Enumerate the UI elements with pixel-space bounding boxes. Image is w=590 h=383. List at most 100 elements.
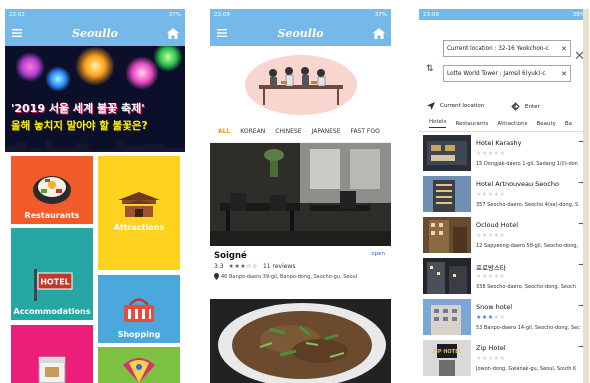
- tab-korean[interactable]: KOREAN: [240, 128, 265, 135]
- status-time: 23:09: [423, 11, 439, 18]
- action-label: Enter: [525, 103, 540, 110]
- hotel-stars: ★★★★★: [476, 232, 506, 239]
- hotel-address: 12 Sapyeong-daero 58-gil, Seocho-dong,: [476, 243, 579, 249]
- category-attractions[interactable]: Attractions: [98, 156, 180, 270]
- firework: [15, 52, 45, 82]
- menu-icon[interactable]: [10, 26, 24, 40]
- open-status: open: [371, 251, 385, 257]
- star-rating: ★★★☆☆: [228, 263, 258, 270]
- hotel-stars: ★★★★★: [476, 273, 506, 280]
- hotel-name: Hotel Artnouveau Seocho: [476, 180, 559, 188]
- tab-attractions[interactable]: Attractions: [497, 121, 527, 127]
- category-restaurants[interactable]: Restaurants: [11, 156, 93, 224]
- category-accommodations[interactable]: HOTEL Accommodations: [11, 228, 93, 320]
- restaurant-photo[interactable]: [210, 143, 391, 246]
- banner-subtitle: 올해 놓치지 말아야 할 불꽃은?: [11, 120, 148, 132]
- hotel-address: 357 Seocho-daero, Seocho 4(sa)-dong, S: [476, 202, 579, 208]
- navigation-arrow-icon: [427, 102, 435, 110]
- home-icon[interactable]: [372, 26, 386, 40]
- home-icon[interactable]: [166, 26, 180, 40]
- review-count[interactable]: 11 reviews: [263, 263, 296, 270]
- tab-more[interactable]: Ba: [565, 121, 572, 127]
- hotel-list-item[interactable]: Ocloud Hotel → ★★★★★ 12 Sapyeong-daero 5…: [423, 217, 585, 255]
- location-pin-icon: [214, 273, 219, 280]
- hotel-address: 338 Seocho-daero, Seocho-dong, Seoch: [476, 284, 576, 290]
- hotel-thumbnail: [423, 176, 471, 212]
- hotel-address: 15 Dongjak-daero 1-gil, Sadang 1(il)-don: [476, 161, 578, 167]
- hotel-thumbnail: [423, 217, 471, 253]
- enter-button[interactable]: Enter: [511, 102, 540, 111]
- hotel-thumbnail: [423, 258, 471, 294]
- rating-row: 3.3 ★★★☆☆ 11 reviews: [210, 261, 391, 270]
- category-label: Restaurants: [24, 211, 80, 220]
- tab-japanese[interactable]: JAPANESE: [312, 128, 341, 135]
- app-bar: Seoullo: [210, 20, 391, 46]
- category-label: Accommodations: [13, 307, 91, 316]
- hotel-name: Hotel Karashy: [476, 139, 522, 147]
- tab-all[interactable]: ALL: [218, 128, 230, 135]
- firework: [75, 46, 115, 86]
- firework: [153, 46, 183, 72]
- hotel-name: Ocloud Hotel: [476, 221, 519, 229]
- app-title: Seoullo: [72, 26, 118, 40]
- tab-chinese[interactable]: CHINESE: [275, 128, 301, 135]
- direction-sign-icon: [511, 102, 520, 111]
- category-tile-6[interactable]: [98, 347, 180, 383]
- restaurant-name[interactable]: Soigné: [214, 251, 247, 261]
- restaurant-photo-2[interactable]: [210, 299, 391, 383]
- traditional-fan-icon: [123, 358, 155, 383]
- category-label: Attractions: [113, 222, 165, 232]
- tab-restaurants[interactable]: Restaurants: [455, 121, 488, 127]
- hotel-list-item[interactable]: Hotel Artnouveau Seocho → ★★★★★ 357 Seoc…: [423, 176, 585, 214]
- tab-beauty[interactable]: Beauty: [536, 121, 555, 127]
- hotel-stars: ★★★★★: [476, 314, 506, 321]
- clear-icon[interactable]: ✕: [561, 70, 567, 78]
- bibimbap-icon: [33, 176, 71, 204]
- tab-fast-food[interactable]: FAST FOO: [351, 128, 380, 135]
- category-shopping[interactable]: Shopping: [98, 275, 180, 343]
- hotel-name: 프로방스타: [476, 264, 506, 272]
- destination-field[interactable]: Lotte World Tower : Jamsil 6(yuk)-c ✕: [443, 65, 571, 82]
- tab-hotels[interactable]: Hotels: [429, 119, 447, 128]
- city-skyline: [5, 140, 185, 152]
- menu-icon[interactable]: [215, 26, 229, 40]
- hotel-list-item[interactable]: Snow hotel → ★★★★★ 53 Banpo-daero 14-gil…: [423, 299, 585, 337]
- category-tile-5[interactable]: [11, 325, 93, 383]
- fireworks-banner[interactable]: '2019 서울 세계 불꽃 축제' 올해 놓치지 말아야 할 불꽃은?: [5, 46, 185, 152]
- status-time: 22:02: [9, 11, 25, 18]
- hotel-name: Zip Hotel: [476, 344, 506, 352]
- restaurant-address: 46 Banpo-daero 39-gil, Banpo-dong, Seoch…: [221, 273, 358, 280]
- route-panel: Current location : 32-16 Yeokchon-c ✕ ⇅ …: [419, 20, 589, 113]
- hotel-list-item[interactable]: Hotel Karashy → ★★★★★ 15 Dongjak-daero 1…: [423, 135, 585, 173]
- category-label: Shopping: [117, 330, 161, 339]
- destination-value: Lotte World Tower : Jamsil 6(yuk)-c: [447, 70, 546, 77]
- zip-hotel-sign: ZIP HOTEL: [432, 349, 462, 355]
- status-bar: 22:02 37%: [5, 9, 185, 20]
- action-label: Current location: [440, 103, 485, 109]
- hotel-stars: ★★★★★: [476, 150, 506, 157]
- current-location-button[interactable]: Current location: [427, 102, 484, 110]
- hotel-thumbnail: [423, 299, 471, 335]
- hotel-list-item[interactable]: 프로방스타 → ★★★★★ 338 Seocho-daero, Seocho-d…: [423, 258, 585, 296]
- hotel-address: Jowon-dong, Gwanak-gu, Seoul, South K: [476, 366, 577, 372]
- hotel-thumbnail: ZIP HOTEL: [423, 340, 471, 376]
- restaurant-name-row: Soigné open: [210, 246, 391, 261]
- status-time: 22:09: [214, 11, 230, 18]
- place-type-tabs: Hotels Restaurants Attractions Beauty Ba: [419, 116, 589, 132]
- current-location-field[interactable]: Current location : 32-16 Yeokchon-c ✕: [443, 40, 571, 57]
- swap-icon[interactable]: ⇅: [426, 64, 434, 74]
- phone-restaurants-screen: 22:09 37% Seoullo ALL KOREAN CHINESE JAP…: [210, 9, 391, 383]
- current-location-value: Current location : 32-16 Yeokchon-c: [447, 45, 549, 52]
- hotel-name: Snow hotel: [476, 303, 513, 311]
- shopping-basket-icon: [124, 298, 154, 322]
- hotel-list-item[interactable]: ZIP HOTEL Zip Hotel → ★★★★★ Jowon-dong, …: [423, 340, 585, 378]
- hotel-address: 53 Banpo-daero 14-gil, Seocho-dong, Sec: [476, 325, 580, 331]
- phone-route-screen: 23:09 38% Current location : 32-16 Yeokc…: [419, 9, 589, 383]
- phone-home-screen: 22:02 37% Seoullo '2019 서울 세계 불꽃 축제' 올해 …: [5, 9, 185, 383]
- status-bar: 22:09 37%: [210, 9, 391, 20]
- clear-icon[interactable]: ✕: [561, 45, 567, 53]
- dining-illustration: [210, 46, 391, 121]
- status-battery: 37%: [374, 11, 387, 18]
- package-icon: [38, 356, 66, 383]
- banner-title: '2019 서울 세계 불꽃 축제': [11, 102, 145, 115]
